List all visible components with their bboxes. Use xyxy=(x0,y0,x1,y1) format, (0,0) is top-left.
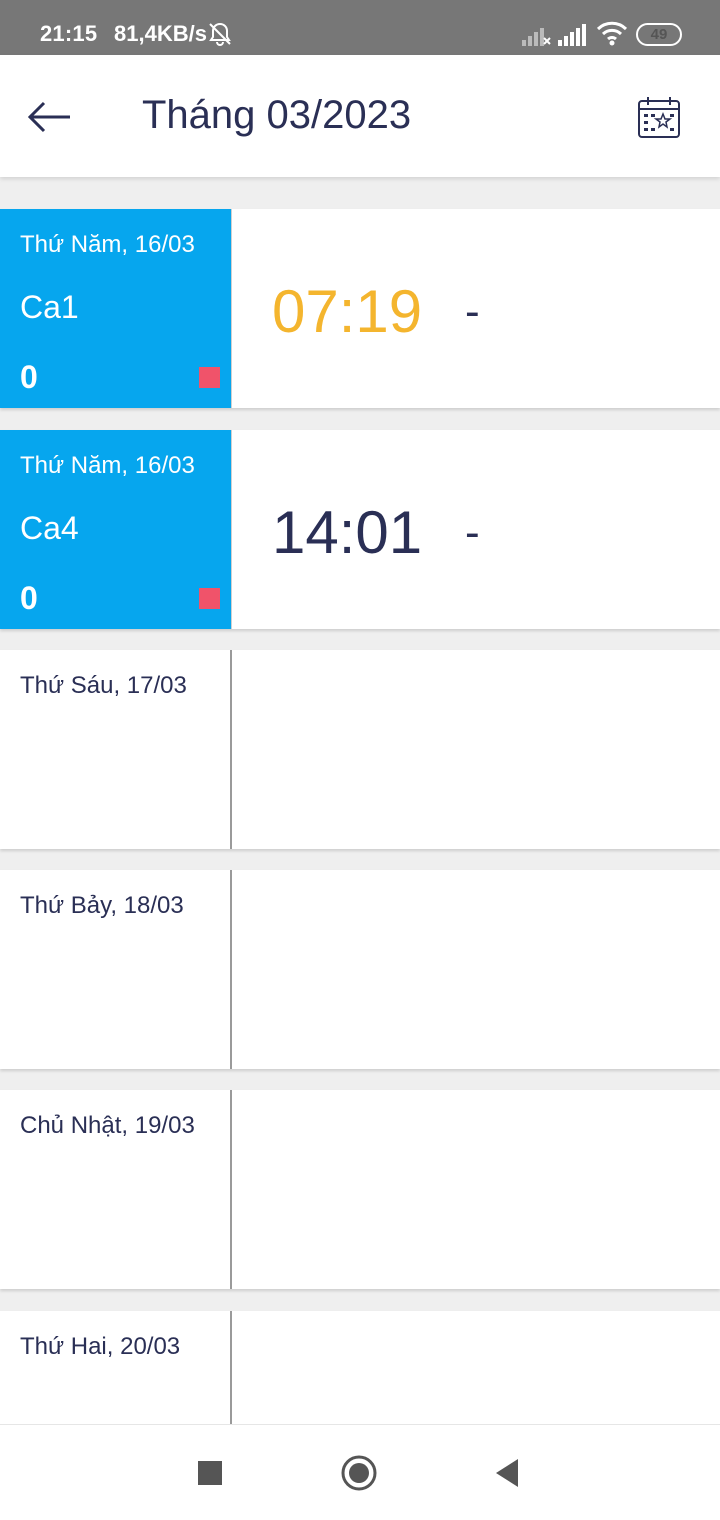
app-bar: Tháng 03/2023 xyxy=(0,55,720,177)
row-divider xyxy=(231,209,232,408)
status-marker xyxy=(199,588,220,609)
shift-count: 0 xyxy=(20,580,38,616)
home-circle-icon[interactable] xyxy=(340,1454,378,1492)
row-divider xyxy=(230,870,232,1069)
system-nav-bar xyxy=(0,1424,720,1520)
schedule-row[interactable]: Thứ Năm, 16/03 Ca4 0 14:01 - xyxy=(0,430,720,629)
check-in-time: 14:01 xyxy=(272,499,423,566)
row-date: Thứ Sáu, 17/03 xyxy=(20,672,187,699)
shift-summary: Thứ Năm, 16/03 Ca4 0 xyxy=(0,430,231,629)
bell-muted-icon xyxy=(209,22,231,46)
row-date: Chủ Nhật, 19/03 xyxy=(20,1112,195,1139)
back-arrow-icon[interactable] xyxy=(22,91,78,143)
shift-name: Ca4 xyxy=(20,510,79,546)
signal-no-service-icon xyxy=(522,28,551,46)
day-cell: Thứ Bảy, 18/03 xyxy=(0,870,231,1069)
schedule-row[interactable]: Thứ Sáu, 17/03 xyxy=(0,650,720,849)
check-out-time: - xyxy=(465,287,480,336)
row-divider xyxy=(230,1090,232,1289)
row-date: Thứ Năm, 16/03 xyxy=(20,231,195,258)
schedule-row[interactable]: Chủ Nhật, 19/03 xyxy=(0,1090,720,1289)
page-title: Tháng 03/2023 xyxy=(142,93,412,137)
check-out-time: - xyxy=(465,508,480,557)
shift-count: 0 xyxy=(20,359,38,395)
check-in-time: 07:19 xyxy=(272,278,423,345)
schedule-row[interactable]: Thứ Bảy, 18/03 xyxy=(0,870,720,1069)
status-marker xyxy=(199,367,220,388)
schedule-row[interactable]: Thứ Năm, 16/03 Ca1 0 07:19 - xyxy=(0,209,720,408)
row-date: Thứ Bảy, 18/03 xyxy=(20,892,184,919)
battery-level: 49 xyxy=(650,26,668,43)
recents-square-icon[interactable] xyxy=(198,1461,222,1485)
row-date: Thứ Năm, 16/03 xyxy=(20,452,195,479)
row-divider xyxy=(231,430,232,629)
status-time: 21:15 xyxy=(40,21,98,46)
day-cell: Thứ Sáu, 17/03 xyxy=(0,650,231,849)
battery-icon: 49 xyxy=(636,23,682,46)
wifi-icon xyxy=(596,21,628,46)
back-triangle-icon[interactable] xyxy=(492,1457,522,1489)
status-bar: 21:15 81,4KB/s 49 xyxy=(0,0,720,55)
status-network-speed: 81,4KB/s xyxy=(114,21,207,46)
signal-strength-icon xyxy=(558,24,586,46)
row-date: Thứ Hai, 20/03 xyxy=(20,1333,181,1360)
row-divider xyxy=(230,650,232,849)
shift-name: Ca1 xyxy=(20,289,79,325)
calendar-icon[interactable] xyxy=(636,95,682,139)
day-cell: Chủ Nhật, 19/03 xyxy=(0,1090,231,1289)
shift-summary: Thứ Năm, 16/03 Ca1 0 xyxy=(0,209,231,408)
